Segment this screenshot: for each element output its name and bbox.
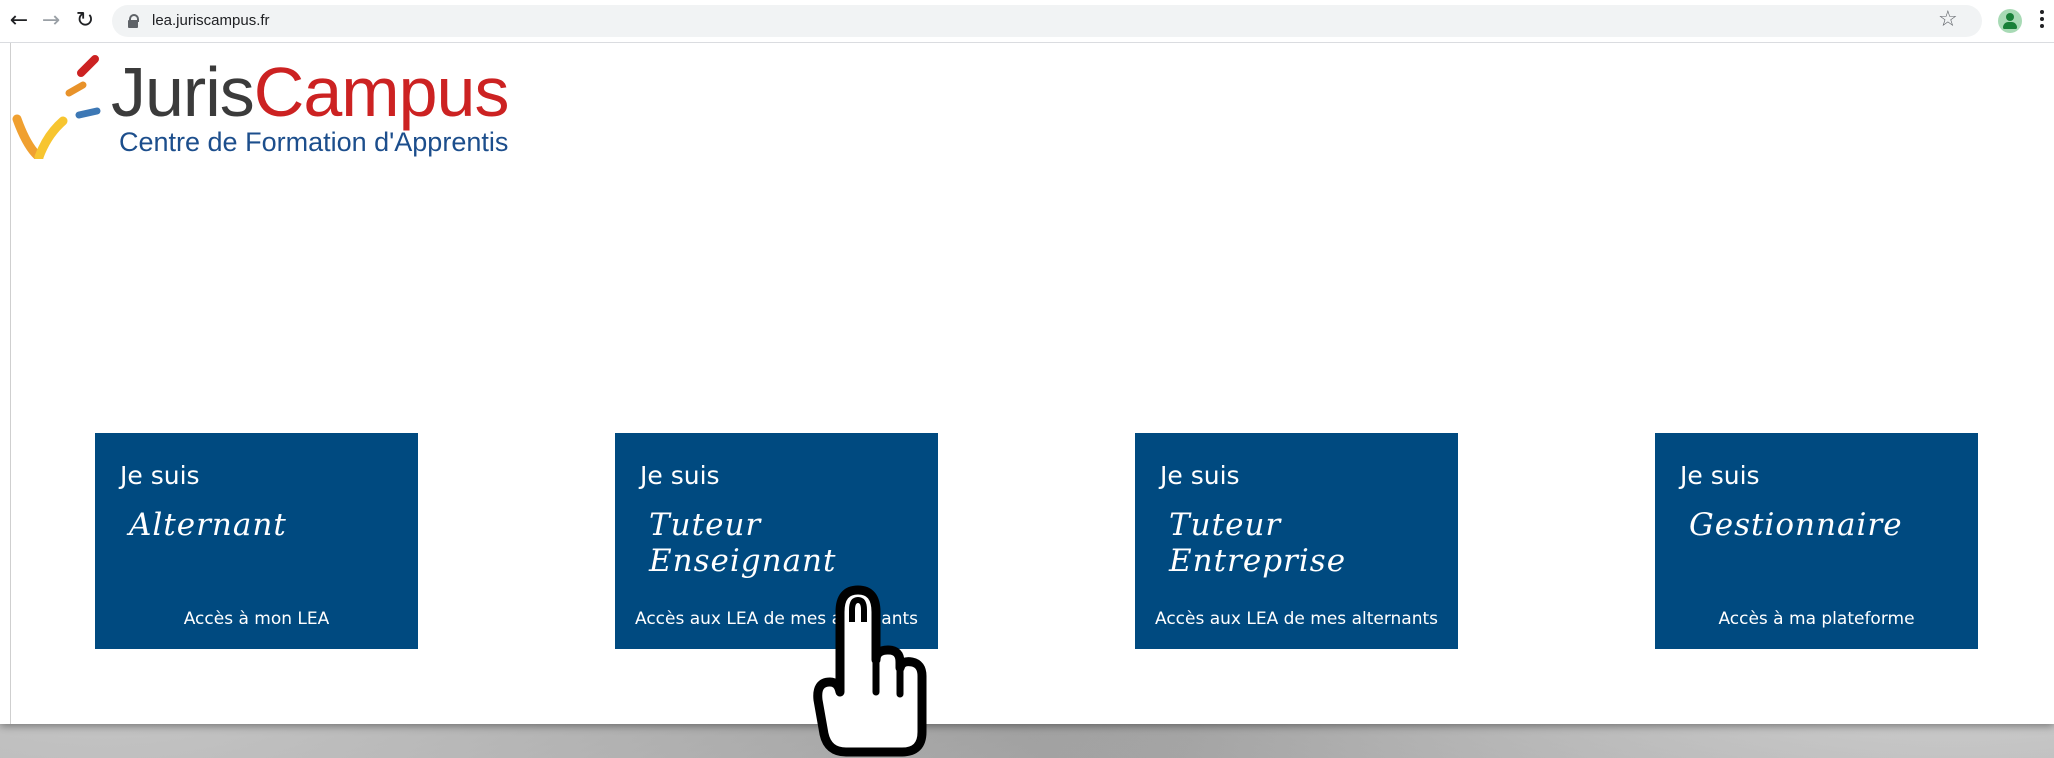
card-role: Alternant bbox=[129, 507, 287, 543]
card-link[interactable]: Accès à ma plateforme bbox=[1655, 609, 1978, 629]
card-title: Je suis bbox=[640, 461, 720, 490]
card-alternant[interactable]: Je suis Alternant Accès à mon LEA bbox=[95, 433, 418, 649]
browser-window: ← → ↻ lea.juriscampus.fr ☆ JurisCampus C… bbox=[0, 0, 2054, 724]
card-title: Je suis bbox=[120, 461, 200, 490]
logo-mark-icon bbox=[12, 55, 101, 159]
logo-campus: Campus bbox=[253, 53, 510, 131]
logo-tagline: Centre de Formation d'Apprentis bbox=[119, 127, 509, 157]
card-title: Je suis bbox=[1160, 461, 1240, 490]
card-gestionnaire[interactable]: Je suis Gestionnaire Accès à ma platefor… bbox=[1655, 433, 1978, 649]
menu-icon[interactable] bbox=[2040, 10, 2044, 32]
card-title: Je suis bbox=[1680, 461, 1760, 490]
url-text[interactable]: lea.juriscampus.fr bbox=[152, 12, 270, 29]
logo[interactable]: JurisCampus Centre de Formation d'Appren… bbox=[9, 49, 529, 159]
logo-juris: Juris bbox=[111, 53, 255, 131]
card-role: Tuteur Enseignant bbox=[649, 507, 837, 579]
lock-icon[interactable] bbox=[128, 14, 139, 28]
star-icon[interactable]: ☆ bbox=[1938, 7, 1958, 32]
hand-pointer-icon bbox=[813, 585, 927, 757]
profile-icon[interactable] bbox=[1998, 9, 2022, 33]
logo-wordmark: JurisCampus bbox=[111, 49, 510, 135]
card-tuteur-entreprise[interactable]: Je suis Tuteur Entreprise Accès aux LEA … bbox=[1135, 433, 1458, 649]
card-link[interactable]: Accès à mon LEA bbox=[95, 609, 418, 629]
card-role: Gestionnaire bbox=[1689, 507, 1903, 543]
back-icon[interactable]: ← bbox=[6, 8, 32, 34]
forward-icon[interactable]: → bbox=[38, 8, 64, 34]
address-bar[interactable]: lea.juriscampus.fr ☆ bbox=[112, 5, 1982, 37]
card-role: Tuteur Entreprise bbox=[1169, 507, 1347, 579]
page-content: JurisCampus Centre de Formation d'Appren… bbox=[10, 43, 2054, 724]
reload-icon[interactable]: ↻ bbox=[72, 8, 98, 34]
browser-toolbar: ← → ↻ lea.juriscampus.fr ☆ bbox=[0, 0, 2054, 43]
card-link[interactable]: Accès aux LEA de mes alternants bbox=[1135, 609, 1458, 629]
